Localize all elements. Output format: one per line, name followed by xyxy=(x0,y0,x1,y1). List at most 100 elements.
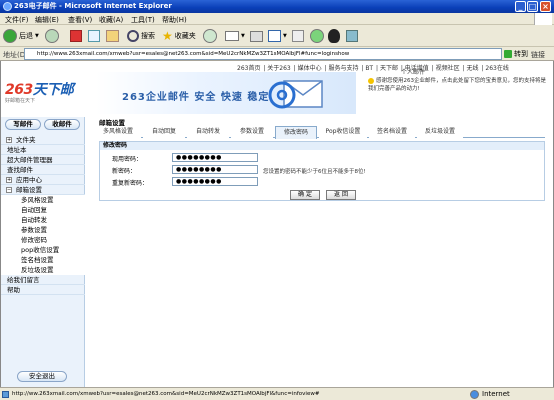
search-button[interactable]: 搜索 xyxy=(127,28,155,44)
menu-help[interactable]: 帮助(H) xyxy=(162,15,187,25)
sidebar-item-12[interactable]: 签名档设置 xyxy=(1,255,85,265)
confirm-button[interactable]: 确 定 xyxy=(290,190,320,200)
tab-1[interactable]: 自动回复 xyxy=(143,126,185,138)
password-rule-note: 您设置的密码不能少于6位且不能多于8位! xyxy=(263,169,366,175)
receive-mail-button[interactable]: 收邮件 xyxy=(44,119,80,130)
sidebar-item-label: 自动回复 xyxy=(21,206,47,214)
logo-number: 263 xyxy=(5,82,33,98)
sidebar-item-10[interactable]: 修改密码 xyxy=(1,235,85,245)
address-bar: 地址(D) http://www.263xmail.com/xmweb?usr=… xyxy=(0,47,554,61)
links-label[interactable]: 链接 xyxy=(531,50,545,60)
history-icon xyxy=(203,29,217,43)
qq-button[interactable] xyxy=(328,28,340,44)
settings-tabs: 多风格设置 自动回复 自动转发 参数设置 修改密码 Pop收信设置 签名档设置 反垃圾设置 xyxy=(95,126,545,139)
sidebar-item-8[interactable]: 自动转发 xyxy=(1,215,85,225)
toplink-about[interactable]: 关于263 xyxy=(267,65,290,72)
home-button[interactable] xyxy=(106,28,119,44)
sidebar-item-5[interactable]: − 邮箱设置 xyxy=(1,185,85,195)
sidebar-item-3[interactable]: 查找邮件 xyxy=(1,165,85,175)
page-content: 263首页 | 关于263 | 媒体中心 | 服务与支持 | BT | 天下邮 … xyxy=(0,61,554,387)
toplink-bt[interactable]: BT xyxy=(365,65,373,72)
toplink-video[interactable]: 视频社区 xyxy=(436,65,460,72)
write-mail-button[interactable]: 写邮件 xyxy=(5,119,41,130)
expand-icon[interactable]: + xyxy=(6,177,12,183)
lightbulb-icon xyxy=(368,77,374,84)
stop-button[interactable] xyxy=(70,28,82,44)
sidebar-item-label: 参数设置 xyxy=(21,226,47,234)
new-password-label: 新密码： xyxy=(112,168,137,175)
windows-logo-icon xyxy=(534,13,552,25)
page-title: 邮箱设置 xyxy=(99,119,125,127)
logo-text: 天下邮 xyxy=(32,82,74,98)
menu-edit[interactable]: 编辑(E) xyxy=(35,15,59,25)
go-label: 转到 xyxy=(514,50,528,58)
feedback-notice[interactable]: 个人邮件 感谢您使用263企业邮件，点击此处留下您的宝贵意见，您的支持将是我们完… xyxy=(368,69,550,93)
discuss-icon xyxy=(292,30,304,42)
address-input[interactable]: http://www.263xmail.com/xmweb?usr=esales… xyxy=(24,48,502,60)
sidebar-item-1[interactable]: 地址本 xyxy=(1,145,85,155)
change-password-panel: 修改密码 现用密码： ●●●●●●●● 新密码： ●●●●●●●● 您设置的密码… xyxy=(99,141,545,201)
toplink-263home[interactable]: 263首页 xyxy=(237,65,260,72)
sidebar-item-15[interactable]: 帮助 xyxy=(1,285,85,295)
search-label: 搜索 xyxy=(141,32,155,40)
current-password-input[interactable]: ●●●●●●●● xyxy=(172,153,258,162)
sidebar-item-label: 邮箱设置 xyxy=(16,186,42,194)
menu-view[interactable]: 查看(V) xyxy=(68,15,92,25)
discuss-button[interactable] xyxy=(292,28,304,44)
history-button[interactable] xyxy=(203,28,217,44)
refresh-button[interactable] xyxy=(88,28,100,44)
logout-button[interactable]: 安全退出 xyxy=(17,371,67,382)
sidebar-item-2[interactable]: 超大邮件管理器 xyxy=(1,155,85,165)
maximize-button[interactable]: □ xyxy=(527,1,538,12)
minimize-button[interactable]: _ xyxy=(515,1,526,12)
new-password-input[interactable]: ●●●●●●●● xyxy=(172,165,258,174)
menu-tools[interactable]: 工具(T) xyxy=(131,15,155,25)
mail-button[interactable]: ▼ xyxy=(225,28,245,44)
tab-0[interactable]: 多风格设置 xyxy=(95,126,141,138)
tab-5[interactable]: Pop收信设置 xyxy=(319,126,367,138)
forward-button[interactable] xyxy=(45,28,59,44)
toplink-tianxiayou[interactable]: 天下邮 xyxy=(380,65,398,72)
menu-file[interactable]: 文件(F) xyxy=(5,15,29,25)
toplink-wireless[interactable]: 无线 xyxy=(467,65,479,72)
sidebar-item-4[interactable]: + 应用中心 xyxy=(1,175,85,185)
toplink-media[interactable]: 媒体中心 xyxy=(298,65,322,72)
banner-slogan: 263企业邮件 安全 快速 稳定 xyxy=(122,92,270,103)
extra-button[interactable] xyxy=(346,28,358,44)
sidebar-item-13[interactable]: 反垃圾设置 xyxy=(1,265,85,275)
stop-icon xyxy=(70,30,82,42)
messenger-button[interactable] xyxy=(310,28,324,44)
edit-button[interactable]: ▼ xyxy=(268,28,287,44)
back-label: 后退 xyxy=(19,32,33,40)
print-button[interactable] xyxy=(250,28,263,44)
back-button[interactable]: 后退 ▼ xyxy=(3,28,39,44)
favorites-button[interactable]: ★ 收藏夹 xyxy=(162,28,196,44)
tab-4[interactable]: 修改密码 xyxy=(275,126,317,139)
tab-2[interactable]: 自动转发 xyxy=(187,126,229,138)
banner: 263企业邮件 安全 快速 稳定 xyxy=(96,72,356,114)
home-icon xyxy=(106,30,119,42)
panel-title: 修改密码 xyxy=(100,142,544,150)
go-button[interactable]: 转到 xyxy=(504,49,528,59)
sidebar-item-14[interactable]: 给我们留言 xyxy=(1,275,85,285)
tab-3[interactable]: 参数设置 xyxy=(231,126,273,138)
close-button[interactable]: × xyxy=(540,1,551,12)
toplink-support[interactable]: 服务与支持 xyxy=(328,65,358,72)
sidebar-item-0[interactable]: + 文件夹 xyxy=(1,135,85,145)
repeat-password-input[interactable]: ●●●●●●●● xyxy=(172,177,258,186)
sidebar-item-7[interactable]: 自动回复 xyxy=(1,205,85,215)
sidebar-item-label: 地址本 xyxy=(7,146,27,154)
sidebar-item-9[interactable]: 参数设置 xyxy=(1,225,85,235)
word-icon xyxy=(268,30,281,42)
back-form-button[interactable]: 返 回 xyxy=(326,190,356,200)
sidebar-item-11[interactable]: pop收信设置 xyxy=(1,245,85,255)
top-links: 263首页 | 关于263 | 媒体中心 | 服务与支持 | BT | 天下邮 … xyxy=(237,65,509,72)
site-logo[interactable]: 263天下邮 好邮箱在天下 xyxy=(5,79,91,107)
tab-7[interactable]: 反垃圾设置 xyxy=(417,126,463,138)
collapse-icon[interactable]: − xyxy=(6,187,12,193)
toplink-263online[interactable]: 263在线 xyxy=(485,65,508,72)
menu-favorites[interactable]: 收藏(A) xyxy=(99,15,123,25)
sidebar-item-6[interactable]: 多风格设置 xyxy=(1,195,85,205)
tab-6[interactable]: 签名档设置 xyxy=(369,126,415,138)
expand-icon[interactable]: + xyxy=(6,137,12,143)
